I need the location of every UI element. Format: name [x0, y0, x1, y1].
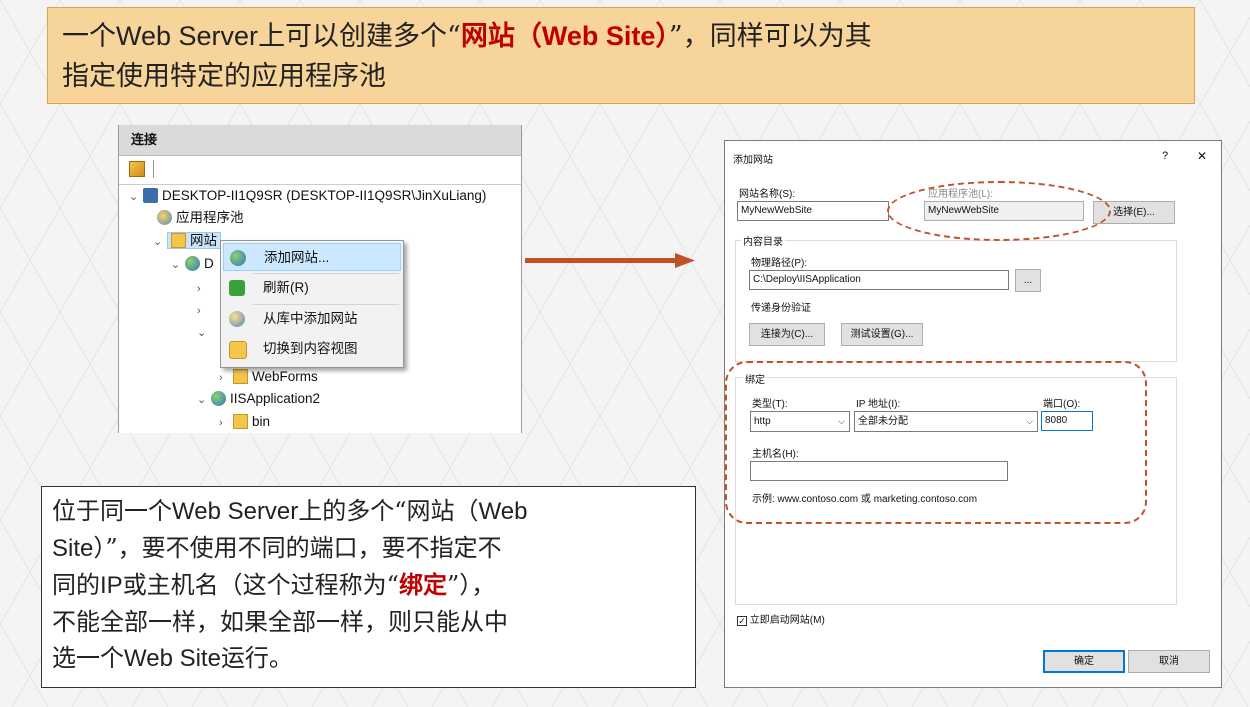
content-directory-label: 内容目录 — [741, 233, 785, 248]
chevron-down-icon[interactable]: ⌄ — [197, 322, 211, 344]
server-icon — [143, 188, 158, 203]
tree-node-child-2[interactable]: › — [197, 299, 211, 321]
menu-item-add-website[interactable]: 添加网站... — [223, 243, 401, 271]
sites-label: 网站 — [190, 233, 217, 248]
arrow-right-icon — [525, 253, 695, 268]
chevron-down-icon[interactable]: ⌄ — [129, 186, 143, 208]
menu-label-add-website: 添加网站... — [264, 250, 330, 265]
site-label: D — [204, 256, 214, 271]
help-icon[interactable]: ? — [1162, 150, 1168, 162]
bin-label: bin — [252, 414, 271, 429]
iisapplication2-label: IISApplication2 — [230, 391, 321, 406]
app-pools-label: 应用程序池 — [176, 210, 244, 225]
connect-icon[interactable] — [129, 161, 145, 177]
tree-node-app-pools[interactable]: 应用程序池 — [157, 207, 244, 229]
title-highlight-close: ） — [655, 21, 669, 52]
tree-node-site[interactable]: ⌄ D — [171, 253, 214, 275]
tree-node-server[interactable]: ⌄ DESKTOP-II1Q9SR (DESKTOP-II1Q9SR\JinXuL… — [129, 185, 486, 207]
tree-node-iisapplication2[interactable]: ⌄ IISApplication2 — [197, 388, 320, 410]
webforms-label: WebForms — [252, 369, 318, 384]
site-name-label: 网站名称(S): — [739, 189, 796, 200]
menu-label-content-view: 切换到内容视图 — [263, 341, 358, 356]
tree-node-webforms[interactable]: › WebForms — [219, 366, 318, 388]
note-text: 位于同一个 — [52, 497, 172, 525]
site-name-input[interactable]: MyNewWebSite — [737, 201, 889, 221]
physical-path-label: 物理路径(P): — [751, 258, 808, 269]
tree-node-child-3[interactable]: ⌄ — [197, 321, 211, 343]
browse-button[interactable]: ... — [1015, 269, 1041, 292]
title-part1: 一个 — [62, 21, 116, 52]
start-immediately-row[interactable]: ✓ 立即启动网站(M) — [737, 611, 825, 626]
dialog-title: 添加网站 — [733, 155, 773, 166]
folder-icon — [233, 369, 248, 384]
note-text: 或主机名（这个过程称为“ — [122, 571, 399, 599]
note-text: ）”，要不使用不同的端口，要不指定不 — [93, 534, 502, 562]
chevron-right-icon[interactable]: › — [197, 278, 211, 300]
menu-item-content-view[interactable]: 切换到内容视图 — [223, 335, 401, 363]
tree-node-bin[interactable]: › bin — [219, 411, 270, 433]
cancel-button[interactable]: 取消 — [1128, 650, 1210, 673]
note-text: Site — [52, 535, 94, 562]
slide-title: 一个Web Server上可以创建多个“网站（Web Site）”，同样可以为其… — [47, 7, 1195, 104]
app-pool-highlight-ellipse — [887, 181, 1111, 241]
start-immediately-label: 立即启动网站(M) — [749, 615, 825, 626]
sites-folder-icon — [171, 233, 186, 248]
title-webserver: Web Server — [116, 21, 259, 51]
title-highlight-cn: 网站（ — [460, 21, 542, 52]
menu-item-refresh[interactable]: 刷新(R) — [223, 274, 401, 302]
content-view-icon — [229, 341, 247, 359]
menu-label-refresh: 刷新(R) — [263, 280, 309, 295]
note-text: 上的多个“网站（ — [298, 497, 479, 525]
chevron-down-icon[interactable]: ⌄ — [197, 389, 211, 411]
chevron-right-icon[interactable]: › — [219, 412, 233, 433]
passthrough-auth-label: 传递身份验证 — [751, 303, 811, 314]
ok-button[interactable]: 确定 — [1043, 650, 1125, 673]
tree-node-sites[interactable]: ⌄ 网站 — [153, 230, 221, 252]
chevron-down-icon[interactable]: ⌄ — [153, 231, 167, 253]
application-icon — [211, 391, 226, 406]
toolbar-separator — [153, 160, 154, 178]
server-label: DESKTOP-II1Q9SR (DESKTOP-II1Q9SR\JinXuLi… — [162, 188, 487, 203]
chevron-right-icon[interactable]: › — [197, 300, 211, 322]
context-menu: 添加网站... 刷新(R) 从库中添加网站 切换到内容视图 — [220, 240, 404, 368]
app-pool-icon — [157, 210, 172, 225]
connections-header: 连接 — [119, 125, 521, 156]
title-part2: 上可以创建多个“ — [258, 21, 461, 52]
binding-highlight-box — [725, 361, 1147, 524]
close-icon[interactable]: ✕ — [1197, 149, 1207, 163]
note-text: ”）， — [446, 571, 496, 599]
menu-item-add-from-gallery[interactable]: 从库中添加网站 — [223, 305, 401, 333]
checkbox-checked-icon[interactable]: ✓ — [737, 616, 747, 626]
refresh-icon — [229, 280, 245, 296]
tree-node-child-1[interactable]: › — [197, 277, 211, 299]
test-settings-button[interactable]: 测试设置(G)... — [841, 323, 923, 346]
folder-icon — [233, 414, 248, 429]
note-text: Web Server — [172, 498, 299, 525]
physical-path-input[interactable]: C:\Deploy\IISApplication — [749, 270, 1009, 290]
note-text: Web — [478, 498, 528, 525]
connections-toolbar — [119, 156, 521, 185]
note-text: Web Site — [124, 645, 221, 672]
gallery-icon — [229, 311, 245, 327]
connect-as-button[interactable]: 连接为(C)... — [749, 323, 825, 346]
note-highlight: 绑定 — [398, 570, 447, 599]
note-text: 选一个 — [52, 644, 124, 672]
title-line2: 指定使用特定的应用程序池 — [62, 61, 386, 92]
explanation-note: 位于同一个Web Server上的多个“网站（Web Site）”，要不使用不同… — [41, 486, 696, 688]
website-globe-icon — [185, 256, 200, 271]
title-highlight-en: Web Site — [541, 21, 656, 51]
note-text: 不能全部一样，如果全部一样，则只能从中 — [52, 608, 508, 636]
note-text: 运行。 — [220, 644, 293, 672]
chevron-down-icon[interactable]: ⌄ — [171, 254, 185, 276]
add-website-icon — [230, 250, 246, 266]
note-text: 同的 — [52, 571, 100, 599]
chevron-right-icon[interactable]: › — [219, 367, 233, 389]
menu-label-add-from-gallery: 从库中添加网站 — [263, 311, 358, 326]
note-text: IP — [100, 572, 123, 599]
title-part3: ”，同样可以为其 — [668, 21, 872, 52]
